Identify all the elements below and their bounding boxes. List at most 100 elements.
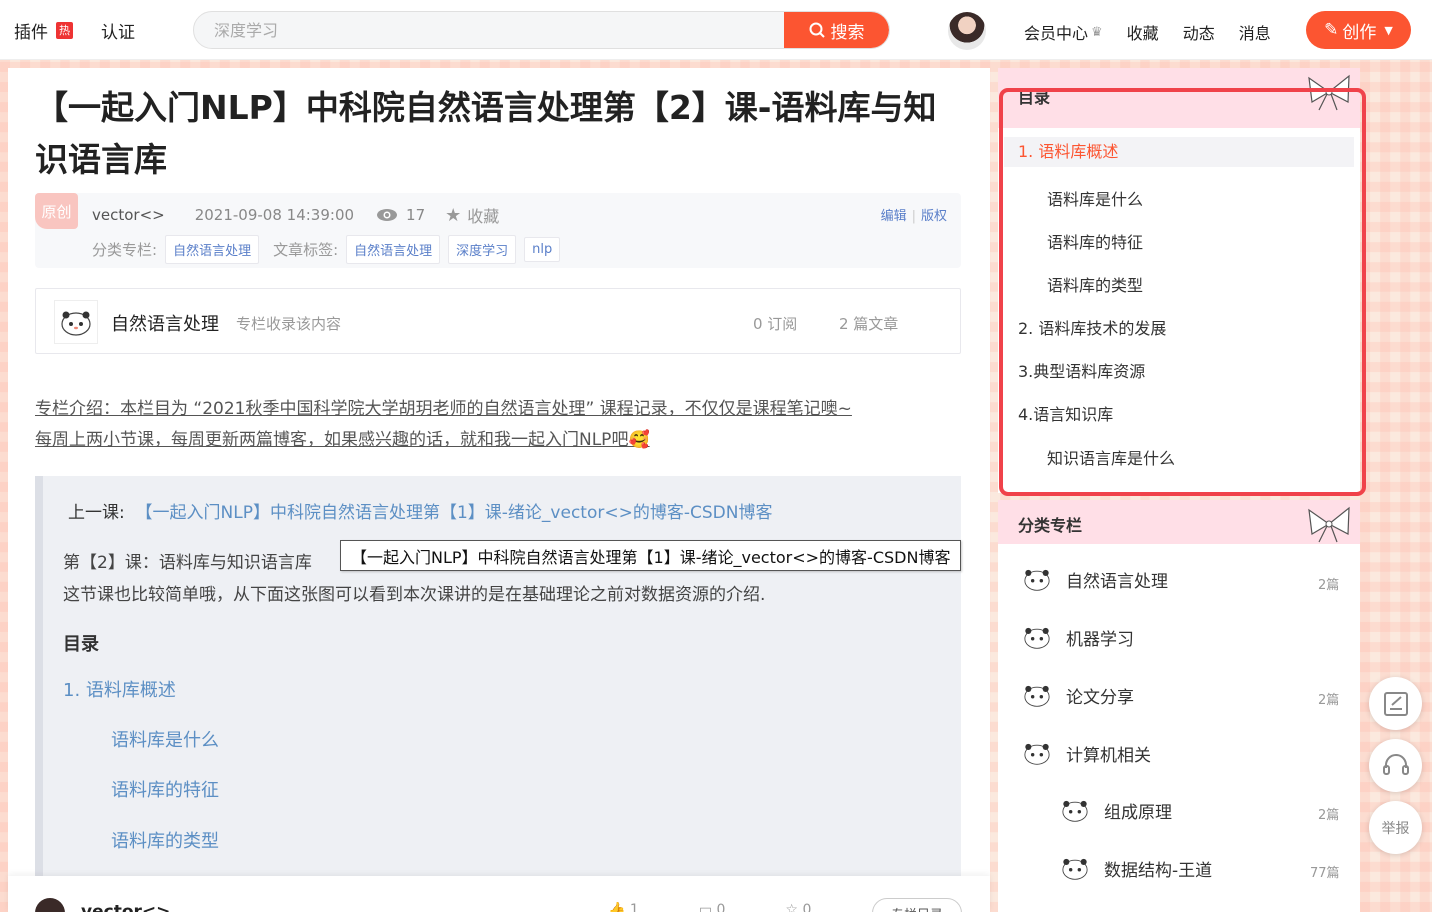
column-name[interactable]: 自然语言处理 (111, 310, 219, 336)
category-count: 2篇 (1318, 578, 1340, 593)
nav-dynamics[interactable]: 动态 (1183, 20, 1215, 44)
category-item[interactable]: 论文分享 (1022, 682, 1134, 708)
edit-link[interactable]: 编辑 (881, 209, 907, 224)
column-subscriptions: 0 订阅 (753, 315, 798, 333)
sidebar-toc-item[interactable]: 语料库的特征 (1047, 229, 1143, 253)
nav-favorites[interactable]: 收藏 (1127, 20, 1159, 44)
write-float-button[interactable] (1369, 677, 1422, 730)
sidebar-toc-item[interactable]: 知识语言库是什么 (1047, 445, 1175, 469)
member-center-label: 会员中心 (1024, 24, 1089, 43)
search-button[interactable]: 搜索 (784, 12, 889, 48)
category-item[interactable]: 机器学习 (1022, 624, 1134, 650)
sidebar-toc-header: 目录 (998, 68, 1360, 128)
create-button-label: 创作 (1342, 22, 1377, 43)
inline-toc-item[interactable]: 1. 语料库概述 (63, 676, 176, 702)
lesson-line-2: 这节课也比较简单哦，从下面这张图可以看到本次课讲的是在基础理论之前对数据资源的介… (63, 585, 766, 605)
prev-lesson-link[interactable]: 【一起入门NLP】中科院自然语言处理第【1】课-绪论_vector<>的博客-C… (136, 503, 773, 523)
tags-label: 文章标签: (273, 241, 339, 259)
category-item[interactable]: 计算机相关 (1022, 740, 1151, 766)
column-directory-button[interactable]: 专栏目录 (872, 898, 962, 912)
sidebar-categories-header: 分类专栏 (998, 500, 1360, 544)
inline-toc-title: 目录 (63, 634, 99, 655)
panda-icon (1024, 743, 1050, 765)
search-box: 搜索 (193, 11, 890, 49)
sidebar-toc-item[interactable]: 2. 语料库技术的发展 (1018, 315, 1166, 339)
nav-left: 插件 热 认证 (14, 18, 163, 43)
nav-plugin[interactable]: 插件 热 (14, 18, 73, 43)
intro-line-2: 每周上两小节课，每周更新两篇博客，如果感兴趣的话，就和我一起入门NLP吧🥰 (35, 430, 650, 450)
category-label: 分类专栏: (92, 241, 158, 259)
article-tag[interactable]: 自然语言处理 (346, 235, 441, 264)
sidebar-toc: 目录 1. 语料库概述 语料库是什么 语料库的特征 语料库的类型 2. 语料库技… (998, 68, 1360, 493)
author-link[interactable]: vector<> (92, 206, 165, 224)
favorite-label: 收藏 (467, 207, 500, 226)
user-avatar[interactable] (948, 12, 986, 50)
favorite-count: 0 (802, 902, 812, 912)
category-name: 组成原理 (1104, 802, 1172, 823)
bottom-author-avatar[interactable] (35, 898, 65, 912)
favorite-bottom-button[interactable]: ☆ 0 (785, 902, 841, 912)
create-button[interactable]: ✎ 创作 ▼ (1306, 11, 1411, 49)
original-badge: 原创 (35, 193, 78, 229)
comment-count: 0 (716, 902, 726, 912)
meta-row-info: vector<> 2021-09-08 14:39:00 17 ★ 收藏 (92, 203, 499, 227)
like-button[interactable]: 👍 1 (608, 902, 669, 912)
comment-button[interactable]: ▭ 0 (699, 902, 756, 912)
intro-line-1: 专栏介绍：本栏目为 “2021秋季中国科学院大学胡玥老师的自然语言处理” 课程记… (35, 399, 852, 419)
meta-row-tags: 分类专栏: 自然语言处理 文章标签: 自然语言处理 深度学习 nlp (92, 235, 561, 264)
category-name: 数据结构-王道 (1104, 860, 1213, 881)
category-item[interactable]: 组成原理 (1060, 797, 1172, 823)
sidebar-toc-item-active[interactable]: 1. 语料库概述 (1004, 137, 1354, 167)
category-item[interactable]: 数据结构-王道 (1060, 855, 1212, 881)
support-float-button[interactable] (1369, 739, 1422, 792)
star-icon: ★ (445, 204, 462, 226)
sidebar-toc-item[interactable]: 语料库的类型 (1047, 272, 1143, 296)
copyright-link[interactable]: 版权 (921, 209, 947, 224)
column-card[interactable]: 自然语言处理 专栏收录该内容 0 订阅 2 篇文章 (35, 288, 961, 354)
bow-icon (1308, 506, 1350, 543)
prev-label: 上一课: (68, 503, 125, 523)
bottom-author-name[interactable]: vector<> (81, 902, 170, 912)
panda-icon (1024, 569, 1050, 591)
panda-icon (61, 311, 91, 336)
report-float-button[interactable]: 举报 (1369, 801, 1422, 854)
column-thumbnail (54, 300, 98, 344)
article-meta: 原创 vector<> 2021-09-08 14:39:00 17 ★ 收藏 … (35, 193, 961, 268)
sidebar-toc-body: 1. 语料库概述 语料库是什么 语料库的特征 语料库的类型 2. 语料库技术的发… (998, 128, 1360, 493)
headset-icon (1382, 753, 1409, 775)
publish-date: 2021-09-08 14:39:00 (194, 206, 355, 224)
sidebar-toc-item[interactable]: 4.语言知识库 (1018, 401, 1113, 425)
bow-icon (1308, 74, 1350, 111)
panda-icon (1024, 685, 1050, 707)
category-count: 77篇 (1310, 866, 1340, 881)
inline-toc-item[interactable]: 语料库的类型 (111, 827, 219, 853)
meta-links: 编辑 | 版权 (880, 209, 947, 224)
caret-down-icon: ▼ (1384, 23, 1393, 37)
article-tag[interactable]: 深度学习 (448, 235, 517, 264)
top-navbar: 插件 热 认证 搜索 会员中心 ♛ 收藏 动态 消息 ✎ 创作 ▼ (0, 0, 1432, 60)
nav-messages[interactable]: 消息 (1239, 20, 1271, 44)
search-input[interactable] (194, 12, 774, 48)
category-item[interactable]: 自然语言处理 (1022, 566, 1168, 592)
link-tooltip: 【一起入门NLP】中科院自然语言处理第【1】课-绪论_vector<>的博客-C… (340, 540, 962, 571)
nav-right: 会员中心 ♛ 收藏 动态 消息 (1024, 20, 1295, 44)
column-desc: 专栏收录该内容 (236, 315, 342, 333)
favorite-button[interactable]: ★ 收藏 (445, 203, 499, 227)
sidebar-toc-item[interactable]: 3.典型语料库资源 (1018, 358, 1145, 382)
panda-icon (1062, 858, 1088, 880)
inline-toc-item[interactable]: 语料库的特征 (111, 776, 219, 802)
inline-toc-item[interactable]: 语料库是什么 (111, 726, 219, 752)
column-articles: 2 篇文章 (839, 315, 899, 333)
category-name: 自然语言处理 (1066, 571, 1168, 592)
previous-lesson: 上一课: 【一起入门NLP】中科院自然语言处理第【1】课-绪论_vector<>… (68, 498, 772, 523)
category-name: 机器学习 (1066, 629, 1134, 650)
bottom-actions: 👍 1 ▭ 0 ☆ 0 (608, 902, 871, 912)
view-count-value: 17 (406, 206, 426, 224)
article-tag[interactable]: nlp (524, 237, 561, 262)
column-intro: 专栏介绍：本栏目为 “2021秋季中国科学院大学胡玥老师的自然语言处理” 课程记… (35, 394, 955, 456)
nav-member-center[interactable]: 会员中心 ♛ (1024, 20, 1103, 44)
crown-icon: ♛ (1091, 24, 1103, 40)
sidebar-toc-item[interactable]: 语料库是什么 (1047, 186, 1143, 210)
nav-auth[interactable]: 认证 (101, 18, 135, 43)
category-tag[interactable]: 自然语言处理 (165, 235, 260, 264)
